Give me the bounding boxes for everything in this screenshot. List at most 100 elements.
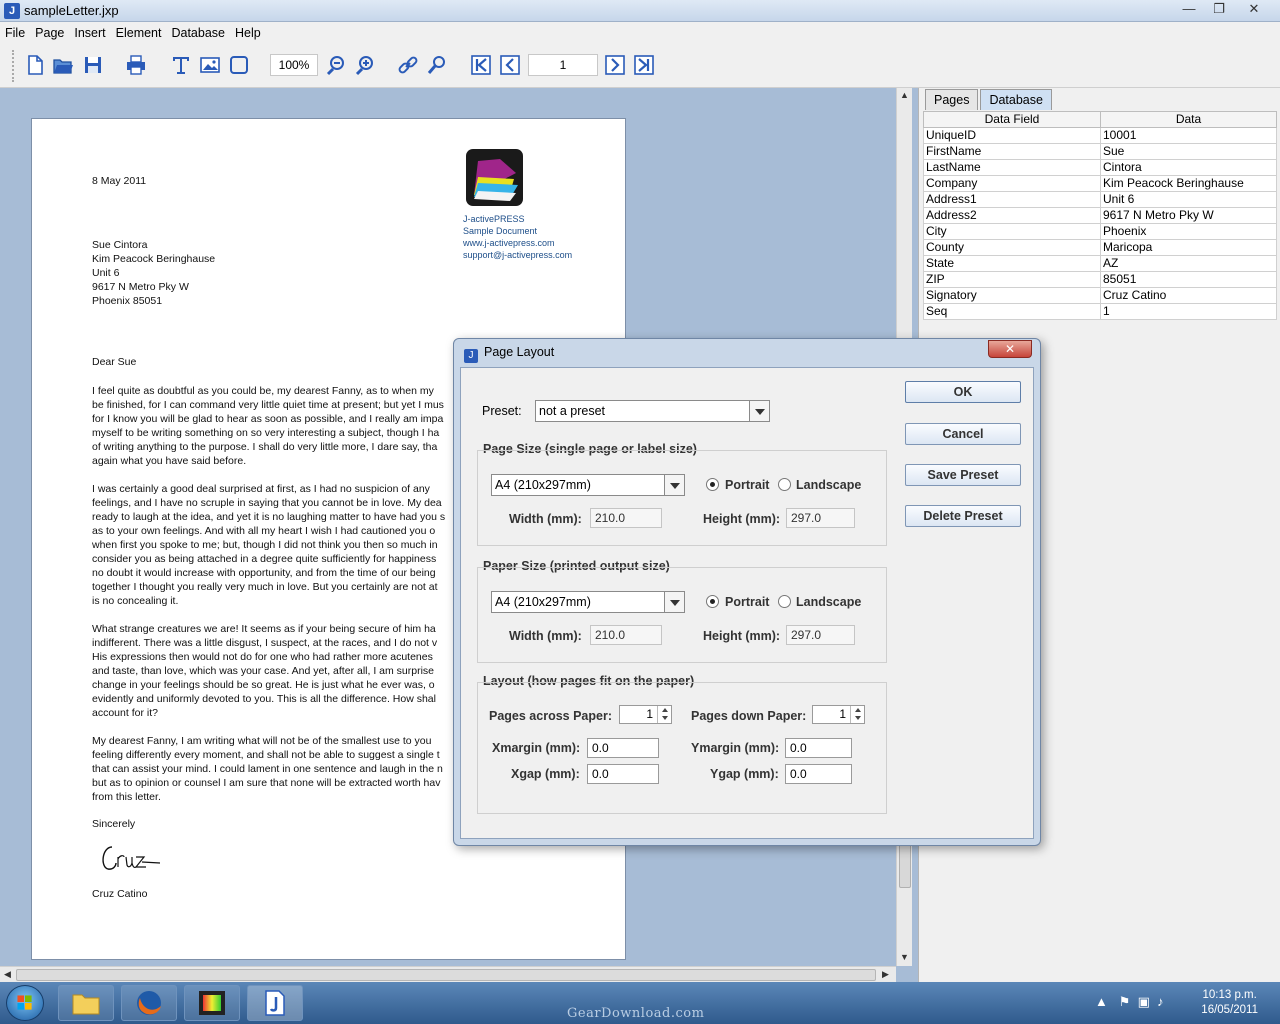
page-portrait-label[interactable]: Portrait: [725, 478, 769, 492]
page-width-field[interactable]: 210.0: [590, 508, 662, 528]
next-page-icon[interactable]: [602, 52, 628, 78]
xgap-field[interactable]: 0.0: [587, 764, 659, 784]
stepper-arrows-icon[interactable]: [657, 706, 671, 723]
paper-landscape-radio[interactable]: [778, 595, 791, 608]
taskbar-media[interactable]: [184, 985, 240, 1021]
scroll-right-arrow-icon[interactable]: ▶: [882, 969, 889, 980]
table-row[interactable]: ZIP 85051: [923, 271, 1277, 288]
insert-image-icon[interactable]: [197, 52, 223, 78]
table-row[interactable]: Address1 Unit 6: [923, 191, 1277, 208]
volume-icon[interactable]: ♪: [1157, 994, 1164, 1009]
jactivepress-app-icon: [265, 990, 285, 1016]
column-header-data[interactable]: Data: [1100, 111, 1277, 128]
preset-select[interactable]: not a preset: [535, 400, 770, 422]
dialog-close-button[interactable]: ✕: [988, 340, 1032, 358]
menu-database[interactable]: Database: [171, 26, 225, 40]
action-center-flag-icon[interactable]: ⚑: [1119, 994, 1131, 1009]
page-height-field[interactable]: 297.0: [786, 508, 855, 528]
scroll-left-arrow-icon[interactable]: ◀: [4, 969, 11, 980]
table-row[interactable]: County Maricopa: [923, 239, 1277, 256]
last-page-icon[interactable]: [631, 52, 657, 78]
page-portrait-radio[interactable]: [706, 478, 719, 491]
taskbar-jactivepress[interactable]: [247, 985, 303, 1021]
chevron-down-icon[interactable]: [664, 475, 684, 495]
paper-landscape-label[interactable]: Landscape: [796, 595, 861, 609]
stepper-arrows-icon[interactable]: [850, 706, 864, 723]
pages-across-stepper[interactable]: 1: [619, 705, 672, 724]
scroll-down-arrow-icon[interactable]: ▼: [900, 952, 909, 962]
table-row[interactable]: UniqueID 10001: [923, 127, 1277, 144]
paper-size-group: [477, 567, 887, 663]
close-window-button[interactable]: ✕: [1234, 0, 1274, 18]
table-row[interactable]: Address2 9617 N Metro Pky W: [923, 207, 1277, 224]
link-icon[interactable]: [395, 52, 421, 78]
network-icon[interactable]: ▣: [1138, 994, 1150, 1009]
table-row[interactable]: City Phoenix: [923, 223, 1277, 240]
tab-database[interactable]: Database: [980, 89, 1052, 110]
letter-paragraph-4: My dearest Fanny, I am writing what will…: [92, 735, 443, 803]
cancel-button[interactable]: Cancel: [905, 423, 1021, 445]
first-page-icon[interactable]: [468, 52, 494, 78]
find-icon[interactable]: [424, 52, 450, 78]
table-row[interactable]: Seq 1: [923, 303, 1277, 320]
dialog-body: Preset: not a preset Page Size (single p…: [460, 367, 1034, 839]
zoom-in-icon[interactable]: [352, 52, 378, 78]
table-row[interactable]: Company Kim Peacock Beringhause: [923, 175, 1277, 192]
pages-down-stepper[interactable]: 1: [812, 705, 865, 724]
paper-size-select[interactable]: A4 (210x297mm): [491, 591, 685, 613]
ok-button[interactable]: OK: [905, 381, 1021, 403]
letter-paragraph-3: What strange creatures we are! It seems …: [92, 623, 438, 719]
taskbar-explorer[interactable]: [58, 985, 114, 1021]
xmargin-field[interactable]: 0.0: [587, 738, 659, 758]
new-document-icon[interactable]: [22, 52, 48, 78]
chevron-down-icon[interactable]: [749, 401, 769, 421]
document-horizontal-scrollbar[interactable]: ◀ ▶: [0, 966, 896, 982]
menu-insert[interactable]: Insert: [74, 26, 105, 40]
page-landscape-label[interactable]: Landscape: [796, 478, 861, 492]
table-row[interactable]: FirstName Sue: [923, 143, 1277, 160]
save-icon[interactable]: [80, 52, 106, 78]
paper-portrait-radio[interactable]: [706, 595, 719, 608]
menu-help[interactable]: Help: [235, 26, 261, 40]
menu-file[interactable]: File: [5, 26, 25, 40]
zoom-field[interactable]: 100%: [270, 54, 318, 76]
taskbar-clock[interactable]: 10:13 p.m. 16/05/2011: [1201, 988, 1258, 1018]
table-row[interactable]: Signatory Cruz Catino: [923, 287, 1277, 304]
menu-page[interactable]: Page: [35, 26, 64, 40]
chevron-down-icon[interactable]: [664, 592, 684, 612]
xmargin-label: Xmargin (mm):: [492, 741, 581, 755]
page-number-field[interactable]: 1: [528, 54, 598, 76]
insert-text-icon[interactable]: [168, 52, 194, 78]
letter-paragraph-1: I feel quite as doubtful as you could be…: [92, 385, 444, 467]
scroll-up-arrow-icon[interactable]: ▲: [900, 90, 909, 100]
open-folder-icon[interactable]: [50, 52, 76, 78]
taskbar-firefox[interactable]: [121, 985, 177, 1021]
previous-page-icon[interactable]: [497, 52, 523, 78]
toolbar-grip: [12, 50, 17, 82]
maximize-button[interactable]: ❐: [1204, 0, 1234, 18]
paper-portrait-label[interactable]: Portrait: [725, 595, 769, 609]
start-button[interactable]: [6, 985, 44, 1021]
column-header-data-field[interactable]: Data Field: [923, 111, 1101, 128]
preset-label: Preset:: [482, 404, 522, 418]
show-hidden-icons-icon[interactable]: ▲: [1095, 994, 1108, 1009]
table-row[interactable]: LastName Cintora: [923, 159, 1277, 176]
zoom-out-icon[interactable]: [323, 52, 349, 78]
page-size-select[interactable]: A4 (210x297mm): [491, 474, 685, 496]
tab-pages[interactable]: Pages: [925, 89, 979, 110]
page-height-label: Height (mm):: [703, 512, 781, 526]
insert-shape-icon[interactable]: [226, 52, 252, 78]
paper-height-field[interactable]: 297.0: [786, 625, 855, 645]
minimize-button[interactable]: —: [1174, 0, 1204, 18]
table-row[interactable]: State AZ: [923, 255, 1277, 272]
horizontal-scroll-thumb[interactable]: [16, 969, 876, 981]
ygap-field[interactable]: 0.0: [785, 764, 852, 784]
delete-preset-button[interactable]: Delete Preset: [905, 505, 1021, 527]
page-landscape-radio[interactable]: [778, 478, 791, 491]
menu-element[interactable]: Element: [116, 26, 162, 40]
print-icon[interactable]: [123, 52, 149, 78]
ymargin-field[interactable]: 0.0: [785, 738, 852, 758]
salutation: Dear Sue: [92, 356, 137, 368]
paper-width-field[interactable]: 210.0: [590, 625, 662, 645]
save-preset-button[interactable]: Save Preset: [905, 464, 1021, 486]
